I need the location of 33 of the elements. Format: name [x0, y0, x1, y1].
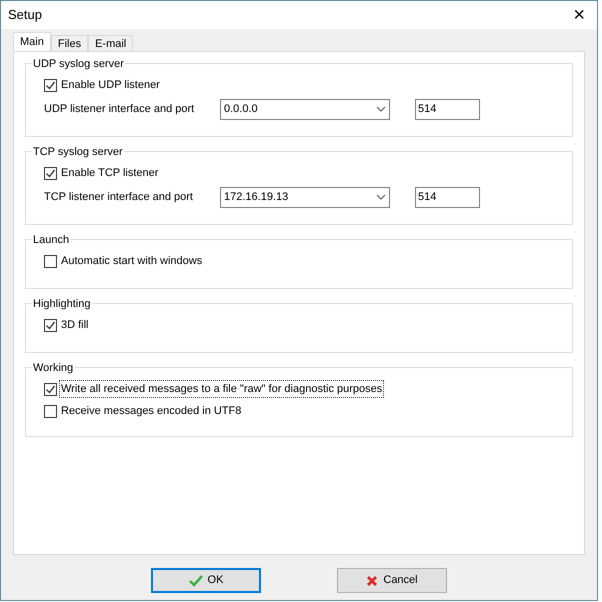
port-field[interactable]: 514 [415, 186, 480, 208]
port-field[interactable]: 514 [415, 98, 480, 120]
checkbox[interactable] [44, 78, 57, 92]
tab[interactable]: E-mail [88, 35, 134, 51]
window-title: Setup [8, 6, 42, 24]
ok-button[interactable]: OK [151, 568, 261, 593]
checkbox-label: Automatic start with windows [60, 254, 204, 269]
checkbox-label: Write all received messages to a file "raw" for diagnostic purposes [60, 380, 384, 398]
checkbox[interactable] [44, 318, 57, 332]
checkbox-label: Receive messages encoded in UTF8 [60, 404, 242, 419]
field-label: UDP listener interface and port [44, 102, 196, 117]
chevron-down-icon [376, 106, 386, 112]
tab[interactable]: Main [13, 32, 51, 51]
checkmark-icon [188, 574, 203, 586]
group-title: Highlighting [32, 296, 92, 312]
address-dropdown[interactable]: 0.0.0.0 [220, 98, 390, 120]
checkbox[interactable] [44, 382, 57, 396]
close-button[interactable]: × [573, 5, 585, 25]
group-title: Working [32, 360, 74, 376]
checkbox-label: Enable UDP listener [60, 78, 161, 93]
tab[interactable]: Files [50, 35, 88, 51]
address-dropdown[interactable]: 172.16.19.13 [220, 186, 390, 208]
cross-icon [366, 574, 378, 586]
field-label: TCP listener interface and port [44, 190, 194, 205]
chevron-down-icon [376, 194, 386, 200]
checkbox[interactable] [44, 254, 57, 268]
checkbox-label: Enable TCP listener [60, 166, 160, 181]
checkbox[interactable] [44, 404, 57, 418]
cancel-button[interactable]: Cancel [337, 568, 447, 593]
group-title: UDP syslog server [32, 56, 125, 72]
checkbox[interactable] [44, 166, 57, 180]
group-title: TCP syslog server [32, 144, 124, 160]
checkbox-label: 3D fill [60, 318, 90, 333]
